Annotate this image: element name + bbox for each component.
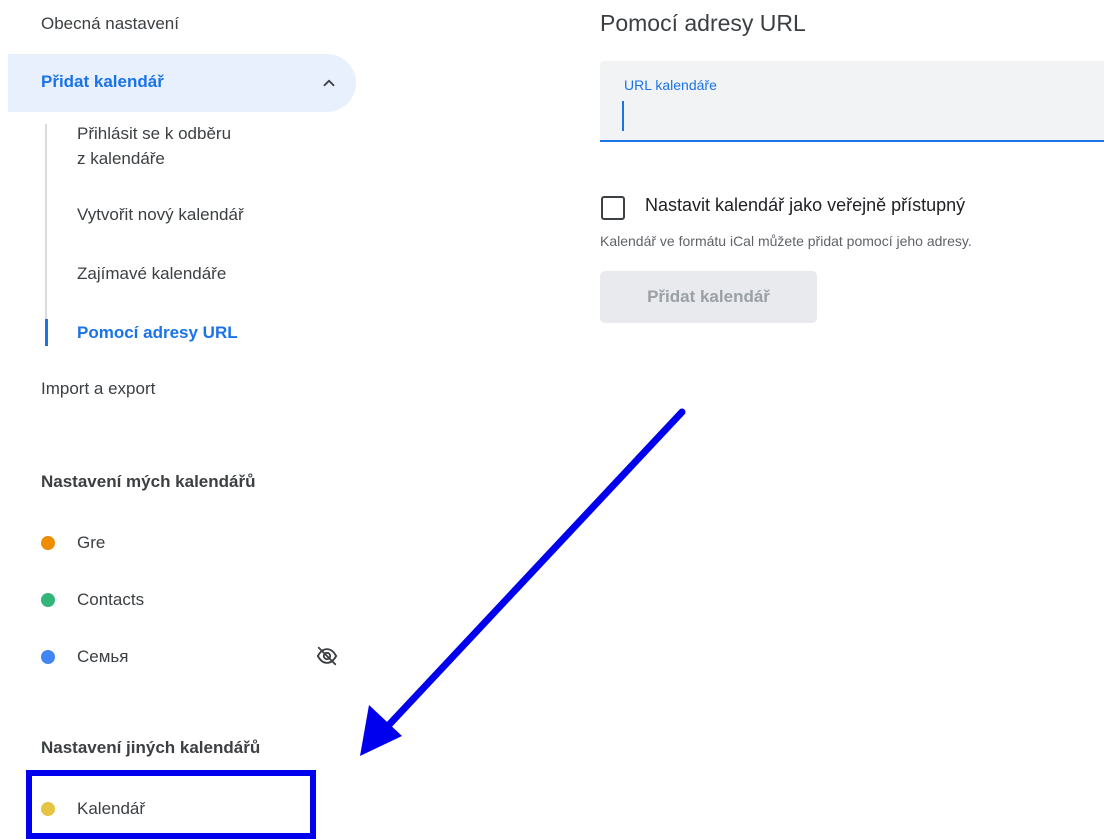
sidebar-item-general-settings[interactable]: Obecná nastavení (41, 14, 179, 34)
calendar-item-label: Contacts (77, 590, 145, 609)
calendar-color-dot (41, 593, 55, 607)
calendar-item-gre[interactable]: Gre (41, 531, 105, 555)
calendar-settings-page: Obecná nastavení Přidat kalendář Přihlás… (0, 0, 1104, 839)
calendar-url-input[interactable] (622, 101, 1086, 131)
subnav-item-subscribe[interactable]: Přihlásit se k odběru z kalendáře (77, 121, 231, 171)
subnav-item-subscribe-line1: Přihlásit se k odběru (77, 124, 232, 143)
calendar-item-label: Gre (77, 533, 106, 552)
add-calendar-button[interactable]: Přidat kalendář (600, 271, 817, 323)
calendar-item-contacts[interactable]: Contacts (41, 588, 144, 612)
my-calendars-heading: Nastavení mých kalendářů (41, 472, 256, 491)
public-calendar-checkbox[interactable] (601, 196, 625, 220)
other-calendars-heading: Nastavení jiných kalendářů (41, 738, 261, 757)
subnav-item-from-url[interactable]: Pomocí adresy URL (77, 320, 238, 345)
settings-sidebar: Obecná nastavení Přidat kalendář Přihlás… (0, 0, 360, 839)
calendar-color-dot (41, 650, 55, 664)
url-field-label: URL kalendáře (624, 77, 717, 93)
annotation-highlight-box (26, 770, 316, 839)
calendar-item-label: Семья (77, 647, 129, 666)
subnav-guide-line (45, 124, 47, 346)
sidebar-item-import-export[interactable]: Import a export (41, 379, 155, 399)
calendar-color-dot (41, 536, 55, 550)
eye-off-icon[interactable] (316, 645, 338, 667)
subnav-item-browse-interesting[interactable]: Zajímavé kalendáře (77, 261, 226, 286)
sidebar-item-add-calendar-label: Přidat kalendář (41, 72, 164, 91)
subnav-item-subscribe-line2: z kalendáře (77, 149, 165, 168)
subnav-item-create-new[interactable]: Vytvořit nový kalendář (77, 202, 244, 227)
subnav-active-indicator (45, 319, 48, 346)
chevron-up-icon[interactable] (320, 74, 338, 92)
helper-text: Kalendář ve formátu iCal můžete přidat p… (600, 233, 972, 249)
url-field-container[interactable]: URL kalendáře (600, 61, 1104, 142)
page-title: Pomocí adresy URL (600, 10, 806, 36)
public-calendar-checkbox-label[interactable]: Nastavit kalendář jako veřejně přístupný (645, 195, 965, 216)
calendar-item-semya[interactable]: Семья (41, 645, 128, 669)
sidebar-item-add-calendar[interactable]: Přidat kalendář (8, 54, 356, 112)
